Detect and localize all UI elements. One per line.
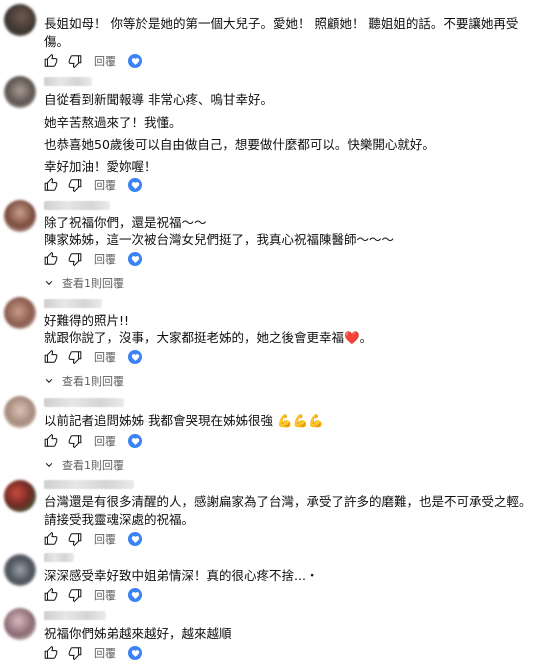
heart-emoji: ❤️ — [344, 330, 360, 345]
comment-text-end: 。 — [359, 330, 373, 345]
creator-heart-icon — [128, 588, 142, 602]
thumb-up-icon[interactable] — [44, 350, 58, 364]
comment-actions: 回覆 — [44, 53, 142, 69]
author-name[interactable] — [44, 553, 74, 562]
thumb-up-icon[interactable] — [44, 434, 58, 448]
avatar[interactable] — [4, 76, 36, 108]
comment-text: 陳家姊姊，這一次被台灣女兒們挺了，我真心祝福陳醫師～～～ — [44, 232, 395, 247]
comment-text-body: 就跟你說了，沒事，大家都挺老姊的，她之後會更幸福 — [44, 330, 345, 345]
reply-button[interactable]: 回覆 — [94, 587, 116, 603]
creator-heart-icon — [128, 532, 142, 546]
author-name[interactable] — [44, 201, 110, 210]
reply-button[interactable]: 回覆 — [94, 645, 116, 661]
comment-actions: 回覆 — [44, 531, 142, 547]
reply-button[interactable]: 回覆 — [94, 349, 116, 365]
thumb-down-icon[interactable] — [68, 588, 82, 602]
reply-button[interactable]: 回覆 — [94, 251, 116, 267]
view-replies-button[interactable]: 查看1則回覆 — [44, 373, 124, 389]
comment-actions: 回覆 — [44, 645, 142, 661]
view-replies-button[interactable]: 查看1則回覆 — [44, 457, 124, 473]
comment-text: 傷。 — [44, 34, 70, 49]
comment-actions: 回覆 — [44, 433, 142, 449]
view-replies-label: 查看1則回覆 — [62, 277, 124, 290]
comment-actions: 回覆 — [44, 251, 142, 267]
chevron-down-icon — [45, 280, 53, 285]
thumb-down-icon[interactable] — [68, 350, 82, 364]
comment-text: 台灣還是有很多清醒的人，感謝扁家為了台灣，承受了許多的磨難，也是不可承受之輕。 — [44, 494, 532, 509]
thumb-up-icon[interactable] — [44, 54, 58, 68]
creator-heart-icon — [128, 350, 142, 364]
creator-heart-icon — [128, 434, 142, 448]
comments-section: 長姐如母！ 你等於是她的第一個大兒子。愛她！ 照顧她！ 聽姐姐的話。不要讓她再受… — [0, 0, 538, 663]
author-name[interactable] — [44, 398, 124, 407]
comment-text: 祝福你們姊弟越來越好，越來越順 — [44, 626, 232, 641]
comment-text: 也恭喜她50歲後可以自由做自己，想要做什麼都可以。快樂開心就好。 — [44, 137, 435, 152]
comment-text: 除了祝福你們，還是祝福～～ — [44, 215, 207, 230]
comment-text: 她辛苦熬過來了！我懂。 — [44, 115, 182, 130]
avatar[interactable] — [4, 200, 36, 232]
author-name[interactable] — [44, 480, 134, 489]
thumb-up-icon[interactable] — [44, 532, 58, 546]
chevron-down-icon — [45, 378, 53, 383]
view-replies-button[interactable]: 查看1則回覆 — [44, 275, 124, 291]
comment-actions: 回覆 — [44, 587, 142, 603]
creator-heart-icon — [128, 54, 142, 68]
comment-actions: 回覆 — [44, 177, 142, 193]
thumb-down-icon[interactable] — [68, 532, 82, 546]
creator-heart-icon — [128, 646, 142, 660]
author-name[interactable] — [44, 77, 92, 86]
thumb-up-icon[interactable] — [44, 178, 58, 192]
thumb-up-icon[interactable] — [44, 252, 58, 266]
avatar[interactable] — [4, 4, 36, 36]
avatar[interactable] — [4, 554, 36, 586]
muscle-emoji: 💪💪💪 — [276, 413, 324, 428]
author-name[interactable] — [44, 299, 102, 308]
thumb-up-icon[interactable] — [44, 588, 58, 602]
avatar[interactable] — [4, 608, 36, 640]
reply-button[interactable]: 回覆 — [94, 433, 116, 449]
creator-heart-icon — [128, 252, 142, 266]
avatar[interactable] — [4, 396, 36, 428]
comment-text: 自從看到新聞報導 非常心疼、嗚甘幸好。 — [44, 92, 273, 107]
reply-button[interactable]: 回覆 — [94, 53, 116, 69]
view-replies-label: 查看1則回覆 — [62, 375, 124, 388]
thumb-down-icon[interactable] — [68, 178, 82, 192]
reply-button[interactable]: 回覆 — [94, 531, 116, 547]
comment-actions: 回覆 — [44, 349, 142, 365]
comment-text: 長姐如母！ 你等於是她的第一個大兒子。愛她！ 照顧她！ 聽姐姐的話。不要讓她再受 — [44, 16, 519, 31]
avatar[interactable] — [4, 297, 36, 329]
comment-text: 請接受我靈魂深處的祝福。 — [44, 512, 195, 527]
creator-heart-icon — [128, 178, 142, 192]
author-name[interactable] — [44, 611, 106, 620]
reply-button[interactable]: 回覆 — [94, 177, 116, 193]
thumb-down-icon[interactable] — [68, 54, 82, 68]
comment-text-body: 以前記者追問姊姊 我都會哭現在姊姊很強 — [44, 413, 273, 428]
thumb-down-icon[interactable] — [68, 434, 82, 448]
comment-text: 深深感受幸好致中姐弟情深！真的很心疼不捨...・ — [44, 568, 319, 583]
comment-text: 以前記者追問姊姊 我都會哭現在姊姊很強 💪💪💪 — [44, 412, 324, 429]
thumb-down-icon[interactable] — [68, 252, 82, 266]
avatar[interactable] — [4, 480, 36, 512]
comment-text: 好難得的照片!! — [44, 313, 130, 328]
view-replies-label: 查看1則回覆 — [62, 459, 124, 472]
comment-text: 幸好加油！愛妳喔！ — [44, 159, 157, 174]
thumb-up-icon[interactable] — [44, 646, 58, 660]
thumb-down-icon[interactable] — [68, 646, 82, 660]
comment-text: 就跟你說了，沒事，大家都挺老姊的，她之後會更幸福❤️。 — [44, 329, 372, 346]
chevron-down-icon — [45, 462, 53, 467]
